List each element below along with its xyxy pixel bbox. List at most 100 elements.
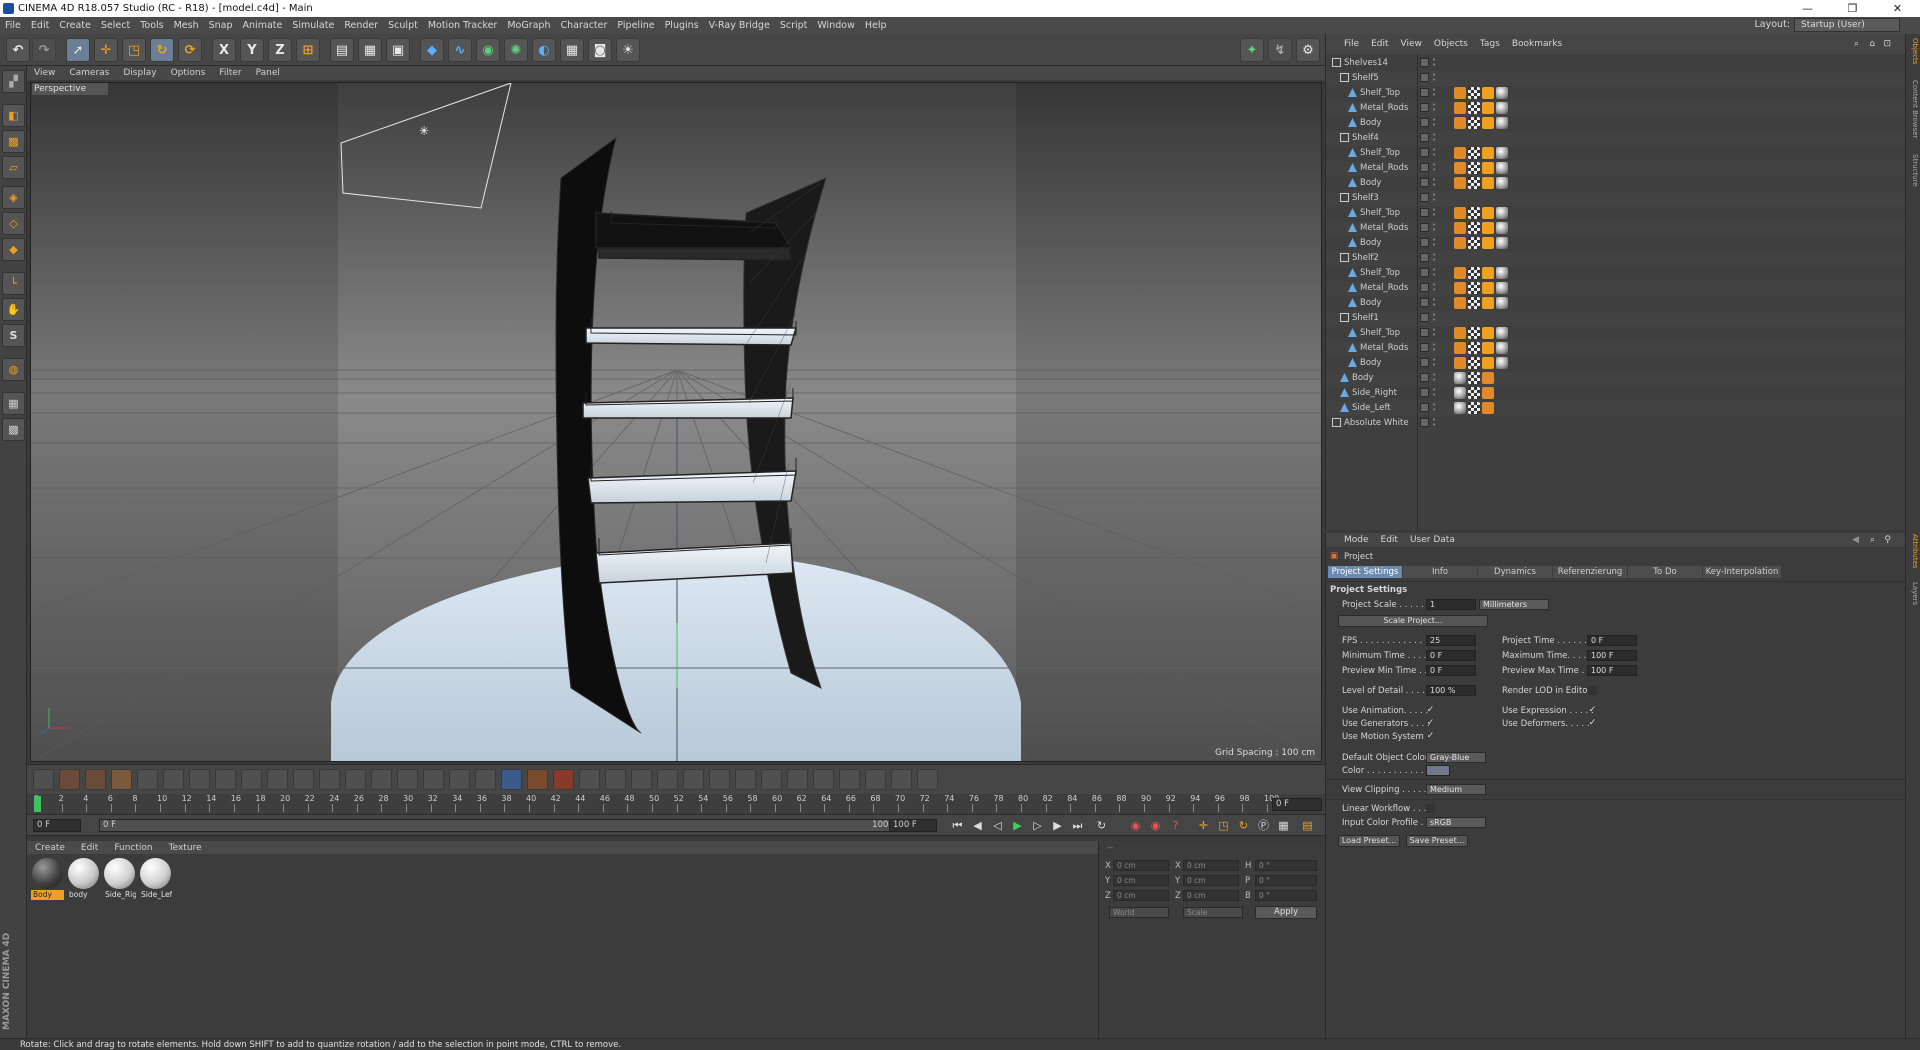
- minimum-time-field[interactable]: 0 F: [1426, 650, 1476, 661]
- symmetry-icon[interactable]: [605, 769, 626, 790]
- x-axis-toggle[interactable]: X: [212, 38, 236, 62]
- floor-environment-icon[interactable]: ▦: [560, 38, 584, 62]
- editor-render-visibility-dots[interactable]: • •: [1432, 207, 1436, 219]
- tab-content-browser[interactable]: Content Browser: [1908, 80, 1919, 138]
- texture-tag-icon[interactable]: [1482, 282, 1494, 294]
- current-frame-field[interactable]: 0 F: [33, 819, 81, 832]
- instance-icon[interactable]: [683, 769, 704, 790]
- layer-visibility-toggle[interactable]: [1420, 103, 1429, 112]
- move-tool-icon[interactable]: ✛: [94, 38, 118, 62]
- uvw-tag-icon[interactable]: [1468, 342, 1480, 354]
- viewport-menu-options[interactable]: Options: [164, 68, 213, 78]
- tab-attributes[interactable]: Attributes: [1908, 534, 1919, 569]
- phong-tag-icon[interactable]: [1482, 387, 1494, 399]
- knife-icon[interactable]: [397, 769, 418, 790]
- layer-visibility-toggle[interactable]: [1420, 388, 1429, 397]
- menu-help[interactable]: Help: [860, 20, 892, 31]
- object-row[interactable]: Side_Right • •: [1326, 386, 1905, 401]
- loop-icon[interactable]: ↻: [1093, 818, 1110, 834]
- layer-visibility-toggle[interactable]: [1420, 373, 1429, 382]
- key-scale-icon[interactable]: ◳: [1215, 818, 1232, 834]
- object-row[interactable]: Shelf_Top • •: [1326, 86, 1905, 101]
- editor-render-visibility-dots[interactable]: • •: [1432, 147, 1436, 159]
- layer-visibility-toggle[interactable]: [1420, 418, 1429, 427]
- object-entry[interactable]: Shelf5: [1340, 71, 1379, 86]
- layer-visibility-toggle[interactable]: [1420, 253, 1429, 262]
- texture-tag-icon[interactable]: [1482, 87, 1494, 99]
- timeline-end-field[interactable]: 0 F: [1272, 798, 1322, 811]
- object-entry[interactable]: Shelf_Top: [1348, 326, 1400, 341]
- fcurve-icon[interactable]: [319, 769, 340, 790]
- object-row[interactable]: Shelf_Top • •: [1326, 266, 1905, 281]
- om-menu-file[interactable]: File: [1326, 39, 1365, 49]
- texture-tag-icon[interactable]: [1482, 222, 1494, 234]
- preview-range-slider[interactable]: 0 F 100 F: [99, 819, 909, 832]
- timeline-ruler[interactable]: 0246810121416182022242628303234363840424…: [27, 794, 1325, 814]
- default-object-color-dropdown[interactable]: Gray-Blue: [1426, 752, 1486, 763]
- menu-sculpt[interactable]: Sculpt: [383, 20, 423, 31]
- uvw-tag-icon[interactable]: [1468, 327, 1480, 339]
- layer-visibility-toggle[interactable]: [1420, 148, 1429, 157]
- rotation-h-field[interactable]: 0 °: [1255, 860, 1317, 871]
- menu-edit[interactable]: Edit: [26, 20, 54, 31]
- go-to-start-icon[interactable]: ⏮: [949, 818, 966, 834]
- editor-render-visibility-dots[interactable]: • •: [1432, 312, 1436, 324]
- perspective-viewport[interactable]: ✳: [30, 82, 1322, 762]
- coordinate-system-icon[interactable]: ⊞: [296, 38, 320, 62]
- editor-render-visibility-dots[interactable]: • •: [1432, 87, 1436, 99]
- editor-render-visibility-dots[interactable]: • •: [1432, 72, 1436, 84]
- phong-tag-icon[interactable]: [1454, 147, 1466, 159]
- object-row[interactable]: Shelves14 • •: [1326, 56, 1905, 71]
- view-clipping-dropdown[interactable]: Medium: [1426, 784, 1486, 795]
- editor-render-visibility-dots[interactable]: • •: [1432, 117, 1436, 129]
- object-row[interactable]: Side_Left • •: [1326, 401, 1905, 416]
- texture-tag-icon[interactable]: [1482, 162, 1494, 174]
- menu-snap[interactable]: Snap: [204, 20, 238, 31]
- object-entry[interactable]: Shelf3: [1340, 191, 1379, 206]
- tab-key-interpolation[interactable]: Key-Interpolation: [1703, 566, 1781, 578]
- preview-min-time-field[interactable]: 0 F: [1426, 665, 1476, 676]
- redo-icon[interactable]: ↷: [32, 38, 56, 62]
- menu-mesh[interactable]: Mesh: [169, 20, 204, 31]
- object-row[interactable]: Shelf_Top • •: [1326, 146, 1905, 161]
- recent-tool-icon[interactable]: ⟳: [178, 38, 202, 62]
- project-scale-unit-dropdown[interactable]: Millimeters: [1479, 599, 1549, 610]
- layer-visibility-toggle[interactable]: [1420, 313, 1429, 322]
- menu-select[interactable]: Select: [96, 20, 135, 31]
- minimize-button[interactable]: —: [1785, 0, 1830, 17]
- uvw-tag-icon[interactable]: [1468, 357, 1480, 369]
- points-mode-icon[interactable]: ◈: [2, 186, 25, 209]
- phong-tag-icon[interactable]: [1454, 177, 1466, 189]
- object-entry[interactable]: Side_Right: [1340, 386, 1397, 401]
- object-entry[interactable]: Metal_Rods: [1348, 101, 1408, 116]
- object-row[interactable]: Metal_Rods • •: [1326, 341, 1905, 356]
- material-menu-texture[interactable]: Texture: [161, 843, 210, 853]
- object-row[interactable]: Shelf4 • •: [1326, 131, 1905, 146]
- layer-visibility-toggle[interactable]: [1420, 73, 1429, 82]
- light-icon[interactable]: ☀: [616, 38, 640, 62]
- rotation-b-field[interactable]: 0 °: [1255, 890, 1317, 901]
- texture-tag-icon[interactable]: [1482, 267, 1494, 279]
- layer-visibility-toggle[interactable]: [1420, 343, 1429, 352]
- play-forward-icon[interactable]: ▶: [1009, 818, 1026, 834]
- use-expression-checkbox[interactable]: ✓: [1588, 706, 1597, 715]
- object-row[interactable]: Body • •: [1326, 356, 1905, 371]
- edges-mode-icon[interactable]: ◇: [2, 212, 25, 235]
- editor-render-visibility-dots[interactable]: • •: [1432, 297, 1436, 309]
- tab-to-do[interactable]: To Do: [1628, 566, 1702, 578]
- material-swatch[interactable]: body: [67, 857, 100, 900]
- uvw-tag-icon[interactable]: [1468, 297, 1480, 309]
- texture-tag-icon[interactable]: [1482, 102, 1494, 114]
- uvw-tag-icon[interactable]: [1468, 402, 1480, 414]
- bezier-icon[interactable]: [839, 769, 860, 790]
- editor-render-visibility-dots[interactable]: • •: [1432, 417, 1436, 429]
- editor-render-visibility-dots[interactable]: • •: [1432, 177, 1436, 189]
- phong-tag-icon[interactable]: [1454, 357, 1466, 369]
- texture-tag-icon[interactable]: [1482, 237, 1494, 249]
- texture-tag-icon[interactable]: [1482, 327, 1494, 339]
- layer-visibility-toggle[interactable]: [1420, 268, 1429, 277]
- uvw-tag-icon[interactable]: [1468, 237, 1480, 249]
- target-icon[interactable]: [553, 769, 574, 790]
- load-preset-button[interactable]: Load Preset...: [1338, 835, 1400, 847]
- phong-tag-icon[interactable]: [1454, 162, 1466, 174]
